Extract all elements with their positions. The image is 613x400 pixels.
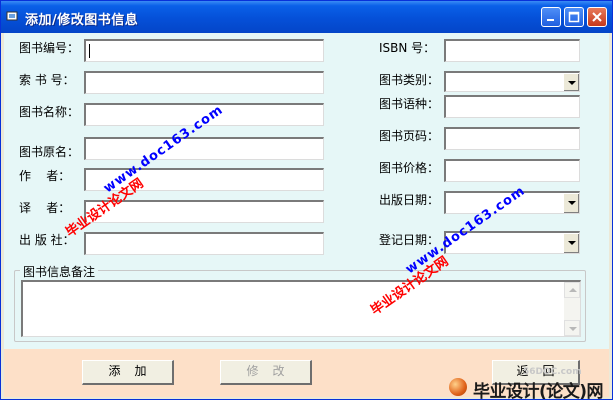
minimize-button[interactable] — [541, 7, 561, 27]
site-logo-text: 毕业设计(论文)网 — [473, 382, 604, 400]
label-page-count: 图书页码： — [379, 129, 440, 143]
price-field[interactable] — [444, 159, 580, 182]
label-price: 图书价格： — [379, 161, 440, 175]
chevron-down-icon[interactable] — [563, 193, 579, 213]
logo-url: 56DOC.com — [523, 367, 582, 377]
label-author: 作 者： — [19, 169, 71, 183]
chevron-down-icon[interactable] — [563, 73, 579, 91]
site-logo-icon — [449, 378, 467, 396]
label-call-number: 索 书 号： — [19, 73, 75, 87]
notes-group-label: 图书信息备注 — [20, 263, 99, 280]
close-button[interactable] — [587, 7, 607, 27]
scroll-down-icon[interactable] — [564, 320, 580, 336]
label-isbn: ISBN 号： — [379, 41, 436, 55]
page-count-field[interactable] — [444, 127, 580, 150]
language-field[interactable] — [444, 95, 580, 118]
publisher-field[interactable] — [84, 232, 324, 255]
title-bar[interactable]: 添加/修改图书信息 — [1, 1, 612, 33]
label-translator: 译 者： — [19, 201, 71, 215]
window-title: 添加/修改图书信息 — [25, 13, 139, 28]
label-category: 图书类别： — [379, 73, 440, 87]
app-icon — [6, 11, 18, 21]
add-button[interactable]: 添加 — [82, 360, 174, 385]
call-number-field[interactable] — [84, 71, 324, 94]
notes-textarea[interactable] — [21, 280, 581, 337]
book-number-field[interactable] — [84, 39, 324, 62]
isbn-field[interactable] — [444, 39, 580, 62]
label-language: 图书语种： — [379, 97, 440, 111]
minimize-icon — [547, 19, 554, 21]
label-book-number: 图书编号： — [19, 41, 80, 55]
original-title-field[interactable] — [84, 137, 324, 160]
dialog-window: 添加/修改图书信息 图书编号： 索 书 号： 图书名称： 图书原名： 作 者： … — [0, 0, 613, 400]
maximize-button[interactable] — [564, 7, 584, 27]
maximize-icon — [568, 11, 580, 23]
label-original-title: 图书原名： — [19, 145, 80, 159]
close-icon — [592, 12, 602, 22]
notes-scrollbar[interactable] — [564, 282, 580, 336]
modify-button[interactable]: 修改 — [220, 360, 312, 385]
chevron-down-icon[interactable] — [563, 233, 579, 253]
label-book-title: 图书名称： — [19, 105, 80, 119]
label-publish-date: 出版日期： — [379, 193, 440, 207]
scroll-up-icon[interactable] — [564, 282, 580, 298]
category-select[interactable] — [444, 71, 580, 92]
